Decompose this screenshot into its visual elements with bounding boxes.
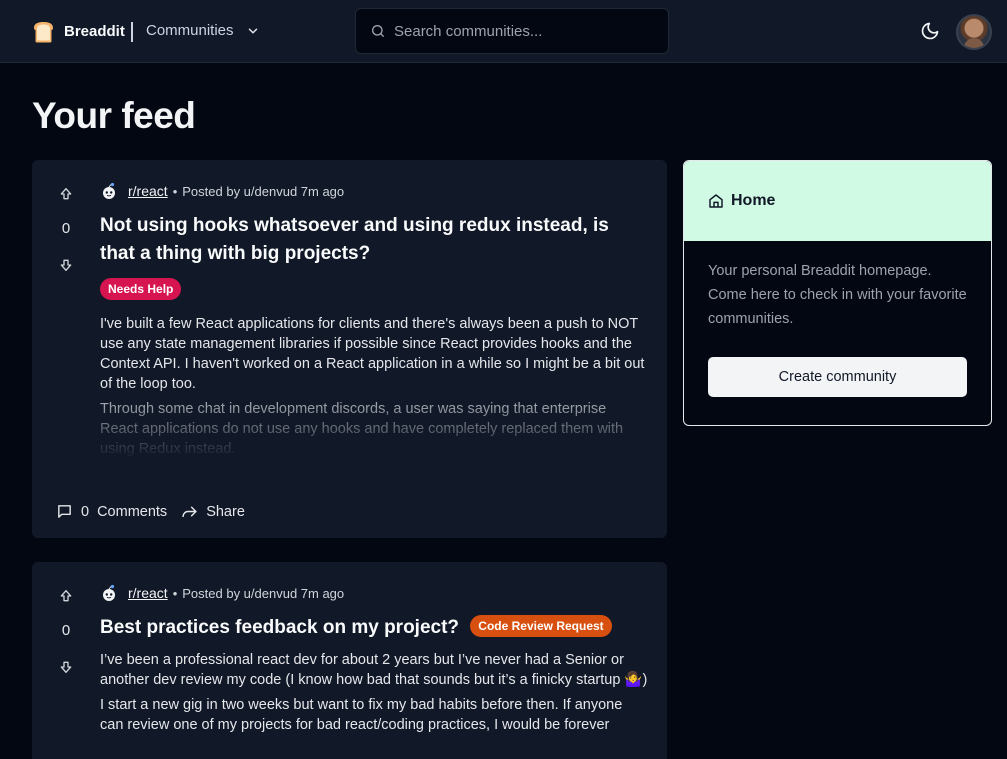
share-button[interactable]: Share — [181, 503, 245, 520]
comments-count: 0 — [81, 503, 90, 520]
bread-logo-icon — [34, 22, 53, 43]
meta-separator: • — [172, 183, 178, 199]
post-actions: 0 Comments Share — [56, 503, 245, 520]
home-card: Home Your personal Breaddit homepage. Co… — [683, 160, 992, 426]
post-body: r/react • Posted by u/denvud 7m ago Best… — [100, 584, 648, 740]
home-description: Your personal Breaddit homepage. Come he… — [708, 263, 967, 327]
post-paragraph: I’ve been a professional react dev for a… — [100, 652, 648, 688]
home-card-header: Home — [684, 161, 991, 241]
search-box — [355, 8, 669, 54]
moon-icon[interactable] — [920, 21, 940, 41]
post-author-time: Posted by u/denvud 7m ago — [182, 585, 345, 601]
communities-dropdown[interactable]: Communities — [146, 22, 260, 39]
post-meta: r/react • Posted by u/denvud 7m ago — [100, 182, 648, 200]
post-paragraph: I've built a few React applications for … — [100, 316, 645, 392]
communities-label: Communities — [146, 22, 234, 39]
vote-count: 0 — [61, 220, 71, 237]
post-content: I’ve been a professional react dev for a… — [100, 650, 648, 735]
post-title[interactable]: Best practices feedback on my project? — [100, 617, 459, 638]
share-label: Share — [206, 503, 245, 520]
comments-button[interactable]: 0 Comments — [56, 503, 167, 520]
vote-count: 0 — [61, 622, 71, 639]
flair-badge: Needs Help — [100, 278, 182, 300]
post-paragraph: I start a new gig in two weeks but want … — [100, 697, 623, 733]
navbar: Breaddit Communities — [0, 0, 1007, 63]
vote-column: 0 — [52, 588, 80, 675]
post-body: r/react • Posted by u/denvud 7m ago Not … — [100, 182, 648, 464]
subreddit-link[interactable]: r/react — [128, 183, 168, 199]
avatar[interactable] — [956, 14, 992, 50]
page-title: Your feed — [32, 95, 196, 136]
search-icon — [372, 25, 384, 37]
post-card: 0 r/react • Posted by u/denvud 7m ago Be… — [32, 562, 667, 759]
post-author-time: Posted by u/denvud 7m ago — [182, 183, 345, 199]
post-content: I've built a few React applications for … — [100, 314, 648, 464]
chevron-down-icon — [248, 28, 257, 33]
post-paragraph: Through some chat in development discord… — [100, 401, 624, 457]
subreddit-icon — [103, 182, 115, 199]
brand-divider — [131, 22, 133, 42]
meta-separator: • — [172, 585, 178, 601]
downvote-icon[interactable] — [58, 257, 74, 273]
home-title: Home — [731, 192, 776, 209]
post-title-row: Best practices feedback on my project? C… — [100, 614, 648, 642]
vote-column: 0 — [52, 186, 80, 273]
brand-name: Breaddit — [64, 23, 125, 40]
subreddit-link[interactable]: r/react — [128, 585, 168, 601]
downvote-icon[interactable] — [58, 659, 74, 675]
comment-icon — [58, 505, 71, 518]
create-community-button[interactable]: Create community — [708, 357, 967, 397]
comments-label: Comments — [97, 503, 168, 520]
post-meta: r/react • Posted by u/denvud 7m ago — [100, 584, 648, 602]
post-card: 0 r/react • Posted by u/denvud 7m ago No… — [32, 160, 667, 538]
home-icon — [709, 194, 723, 208]
subreddit-icon — [103, 584, 115, 601]
flair-badge: Code Review Request — [470, 614, 612, 637]
upvote-icon[interactable] — [58, 186, 74, 202]
post-title[interactable]: Not using hooks whatsoever and using red… — [100, 212, 648, 268]
brand-link[interactable]: Breaddit — [31, 19, 125, 44]
search-input[interactable] — [394, 22, 654, 40]
upvote-icon[interactable] — [58, 588, 74, 604]
share-icon — [182, 506, 197, 518]
